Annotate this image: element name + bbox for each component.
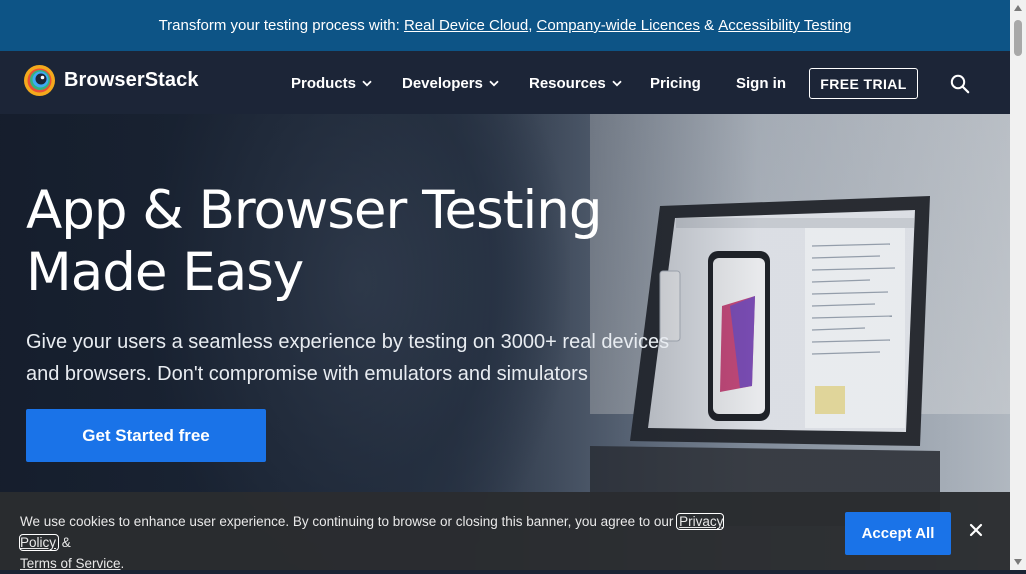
- cookie-banner: We use cookies to enhance user experienc…: [0, 492, 1010, 571]
- cookie-message: We use cookies to enhance user experienc…: [20, 514, 678, 529]
- chevron-down-icon: [362, 80, 372, 87]
- chevron-down-icon: [612, 80, 622, 87]
- nav-label: Developers: [402, 75, 483, 92]
- nav-products[interactable]: Products: [291, 75, 372, 92]
- accept-all-button[interactable]: Accept All: [845, 512, 951, 555]
- hero-title-line: Made Easy: [26, 242, 304, 303]
- brand-logo[interactable]: BrowserStack: [24, 65, 199, 96]
- nav-resources[interactable]: Resources: [529, 75, 622, 92]
- hero-title: App & Browser Testing Made Easy: [26, 180, 646, 304]
- browserstack-logo-icon: [24, 65, 55, 96]
- accessibility-testing-link[interactable]: Accessibility Testing: [718, 17, 851, 34]
- nav-pricing[interactable]: Pricing: [650, 75, 701, 92]
- announcement-prefix: Transform your testing process with:: [158, 17, 404, 34]
- brand-name: BrowserStack: [64, 69, 199, 91]
- announcement-separator: &: [699, 17, 719, 34]
- nav-sign-in[interactable]: Sign in: [736, 75, 786, 92]
- announcement-separator: ,: [528, 17, 537, 34]
- scroll-up-arrow-icon[interactable]: [1014, 5, 1022, 11]
- nav-developers[interactable]: Developers: [402, 75, 499, 92]
- cookie-amp: &: [58, 535, 75, 550]
- search-icon: [950, 74, 970, 94]
- chevron-down-icon: [489, 80, 499, 87]
- real-device-cloud-link[interactable]: Real Device Cloud: [404, 17, 528, 34]
- nav-label: Resources: [529, 75, 606, 92]
- search-button[interactable]: [950, 74, 970, 99]
- nav-label: Products: [291, 75, 357, 92]
- scroll-down-arrow-icon[interactable]: [1014, 559, 1022, 565]
- main-nav: BrowserStack Products Developers Resourc…: [0, 51, 1010, 114]
- cookie-text: We use cookies to enhance user experienc…: [18, 511, 740, 574]
- page-scrollbar[interactable]: [1010, 0, 1026, 570]
- terms-of-service-link[interactable]: Terms of Service: [20, 556, 121, 571]
- close-icon: [969, 523, 983, 537]
- cookie-close-button[interactable]: [969, 523, 983, 540]
- hero-subtitle: Give your users a seamless experience by…: [26, 331, 670, 385]
- free-trial-button[interactable]: FREE TRIAL: [809, 68, 918, 99]
- announcement-bar: Transform your testing process with: Rea…: [0, 0, 1010, 51]
- nav-label: Pricing: [650, 75, 701, 92]
- get-started-button[interactable]: Get Started free: [26, 409, 266, 462]
- nav-label: Sign in: [736, 75, 786, 92]
- hero-title-line: App & Browser Testing: [26, 180, 603, 241]
- scrollbar-thumb[interactable]: [1014, 20, 1022, 56]
- company-wide-licences-link[interactable]: Company-wide Licences: [537, 17, 700, 34]
- cookie-period: .: [120, 556, 125, 571]
